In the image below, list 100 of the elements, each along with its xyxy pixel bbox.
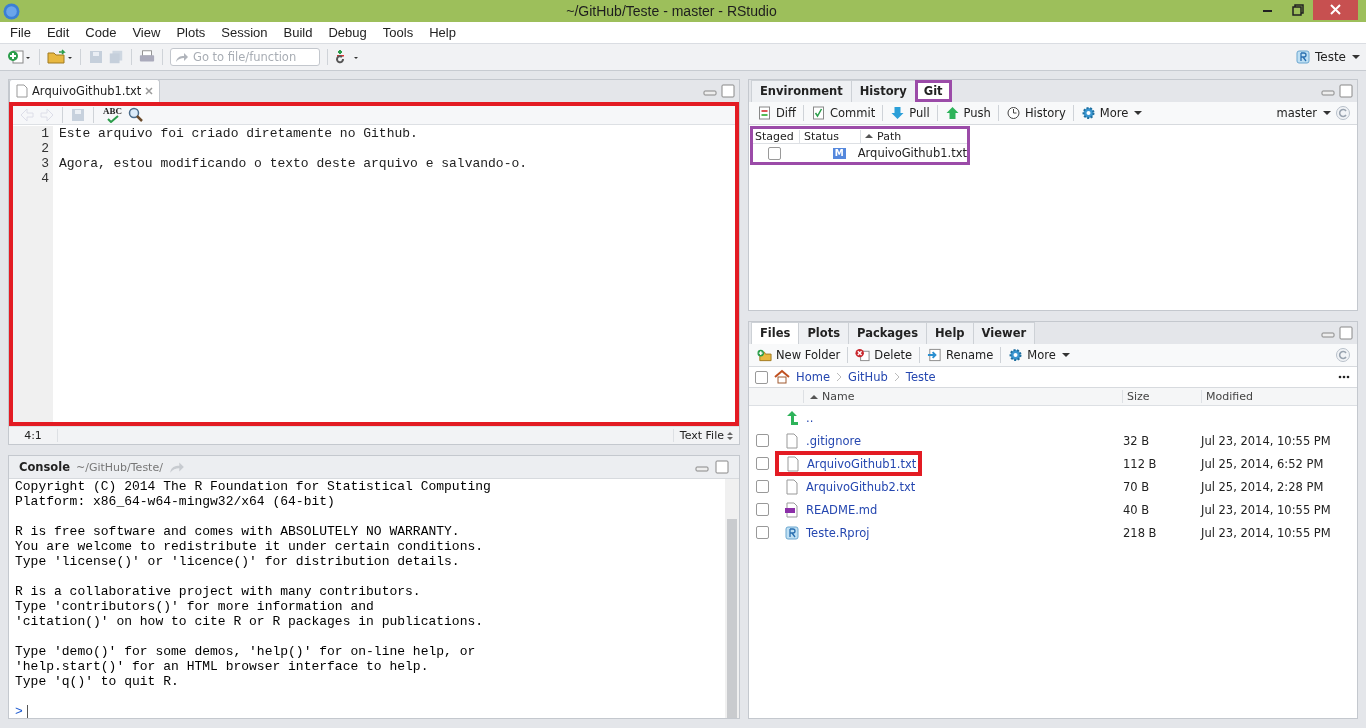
more-options-icon[interactable]	[1337, 375, 1351, 379]
pane-tab[interactable]: Files	[751, 322, 800, 344]
file-checkbox[interactable]	[755, 480, 769, 493]
new-file-icon[interactable]	[6, 49, 32, 65]
toolbar-button[interactable]: More	[1006, 348, 1072, 362]
toolbar-button[interactable]: History	[1003, 106, 1068, 120]
file-link[interactable]: .gitignore	[806, 433, 862, 448]
menu-item[interactable]: Tools	[374, 25, 422, 40]
project-icon[interactable]	[1295, 49, 1311, 65]
down-arrow-icon	[890, 106, 906, 120]
pane-tab[interactable]: Plots	[798, 322, 849, 344]
toolbar-button[interactable]: New Folder	[755, 348, 843, 362]
file-size: 40 B	[1122, 502, 1151, 517]
file-checkbox[interactable]	[755, 434, 769, 447]
delete-icon	[855, 348, 871, 362]
branch-menu[interactable]: master	[1274, 106, 1333, 120]
close-icon[interactable]	[1313, 0, 1358, 20]
menu-item[interactable]: Build	[275, 25, 321, 40]
toolbar-button[interactable]: More	[1078, 106, 1145, 120]
new-folder-icon	[757, 348, 772, 362]
file-checkbox[interactable]	[755, 526, 769, 539]
console-output: Copyright (C) 2014 The R Foundation for Statistical Computing	[15, 479, 492, 494]
check-icon	[106, 115, 119, 123]
console-output: Type 'contributors()' for more information and	[15, 599, 375, 614]
column-header[interactable]: Status	[799, 129, 860, 143]
file-icon	[784, 478, 800, 495]
column-header[interactable]: Size	[1122, 390, 1201, 403]
maximize-pane-icon[interactable]	[721, 84, 735, 98]
menu-item[interactable]: Help	[421, 25, 464, 40]
maximize-pane-icon[interactable]	[1339, 326, 1353, 340]
staged-checkbox[interactable]	[767, 146, 781, 160]
save-icon[interactable]	[70, 107, 86, 123]
scrollbar[interactable]	[725, 479, 739, 718]
open-folder-icon[interactable]	[47, 49, 73, 65]
sort-arrow-icon	[865, 133, 873, 139]
maximize-pane-icon[interactable]	[715, 460, 729, 474]
caret-icon[interactable]	[1352, 54, 1360, 60]
file-path[interactable]: ArquivoGithub1.txt	[853, 146, 967, 160]
toolbar-button[interactable]: Diff	[755, 106, 798, 120]
project-menu[interactable]: Teste	[1315, 50, 1346, 64]
pane-tab[interactable]: Help	[926, 322, 974, 344]
spellcheck-button[interactable]: ABC	[101, 107, 124, 123]
toolbar-button[interactable]: Delete	[853, 348, 915, 362]
toolbar-button[interactable]: Commit	[809, 106, 878, 120]
console-output: You are welcome to redistribute it under certain conditions.	[15, 539, 485, 554]
file-link[interactable]: README.md	[806, 502, 878, 517]
console-output: Platform: x86_64-w64-mingw32/x64 (64-bit)	[15, 494, 336, 509]
column-header[interactable]: Modified	[1201, 390, 1253, 403]
console-title: Console	[19, 460, 70, 474]
column-header[interactable]: Staged	[753, 129, 799, 143]
file-link[interactable]: Teste.Rproj	[806, 525, 870, 540]
search-icon[interactable]	[128, 107, 144, 123]
cursor-position: 4:1	[9, 429, 58, 442]
editor-tab[interactable]: ArquivoGithub1.txt	[9, 79, 161, 102]
file-checkbox[interactable]	[755, 457, 769, 470]
home-icon[interactable]	[774, 369, 790, 385]
column-header[interactable]: Path	[860, 129, 902, 143]
pane-tab[interactable]: Viewer	[972, 322, 1036, 344]
menu-item[interactable]: Debug	[320, 25, 375, 40]
file-size: 218 B	[1122, 525, 1158, 540]
menu-item[interactable]: Plots	[168, 25, 214, 40]
select-all-checkbox[interactable]	[755, 370, 768, 384]
close-icon[interactable]	[145, 87, 154, 95]
menu-item[interactable]: File	[2, 25, 39, 40]
pane-tab[interactable]: Environment	[751, 80, 852, 102]
file-link[interactable]: ArquivoGithub2.txt	[806, 479, 916, 494]
clock-icon	[1005, 106, 1021, 120]
pane-tab[interactable]: History	[850, 80, 916, 102]
menu-item[interactable]: Session	[213, 25, 276, 40]
pane-tab[interactable]: Git	[914, 80, 952, 102]
menu-item[interactable]: View	[124, 25, 169, 40]
menu-item[interactable]: Code	[77, 25, 125, 40]
sort-arrow-icon	[810, 393, 818, 400]
toolbar-button[interactable]: Pull	[888, 106, 932, 120]
file-link[interactable]: ..	[806, 410, 814, 425]
file-type-menu[interactable]: Text File	[672, 429, 739, 442]
refresh-icon[interactable]	[1335, 105, 1351, 121]
menu-item[interactable]: Edit	[38, 25, 78, 40]
breadcrumb-link[interactable]: GitHub	[847, 370, 888, 384]
console-output: R is free software and comes with ABSOLUTELY NO WARRANTY.	[15, 524, 461, 539]
toolbar-button[interactable]: Rename	[925, 348, 996, 362]
project-icon	[784, 524, 800, 541]
caret-icon	[1134, 110, 1143, 116]
git-menu-icon[interactable]	[335, 49, 361, 65]
caret-icon	[1323, 110, 1331, 116]
refresh-icon[interactable]	[1335, 347, 1351, 363]
column-header[interactable]: Name	[803, 390, 1122, 403]
go-to-file-field[interactable]: Go to file/function	[170, 48, 320, 66]
pane-tab[interactable]: Packages	[848, 322, 927, 344]
breadcrumb-link[interactable]: Home	[796, 370, 830, 384]
checked-document-icon	[811, 106, 826, 120]
chevron-icon	[893, 372, 900, 382]
line-number: 1	[40, 126, 49, 141]
file-checkbox[interactable]	[755, 503, 769, 516]
window-title: ~/GitHub/Teste - master - RStudio	[565, 3, 778, 19]
file-link[interactable]: ArquivoGithub1.txt	[807, 456, 917, 471]
console-output: Type 'demo()' for some demos, 'help()' for on-line help, or	[15, 644, 477, 659]
toolbar-button[interactable]: Push	[942, 106, 993, 120]
maximize-pane-icon[interactable]	[1339, 84, 1353, 98]
breadcrumb-link[interactable]: Teste	[905, 370, 936, 384]
